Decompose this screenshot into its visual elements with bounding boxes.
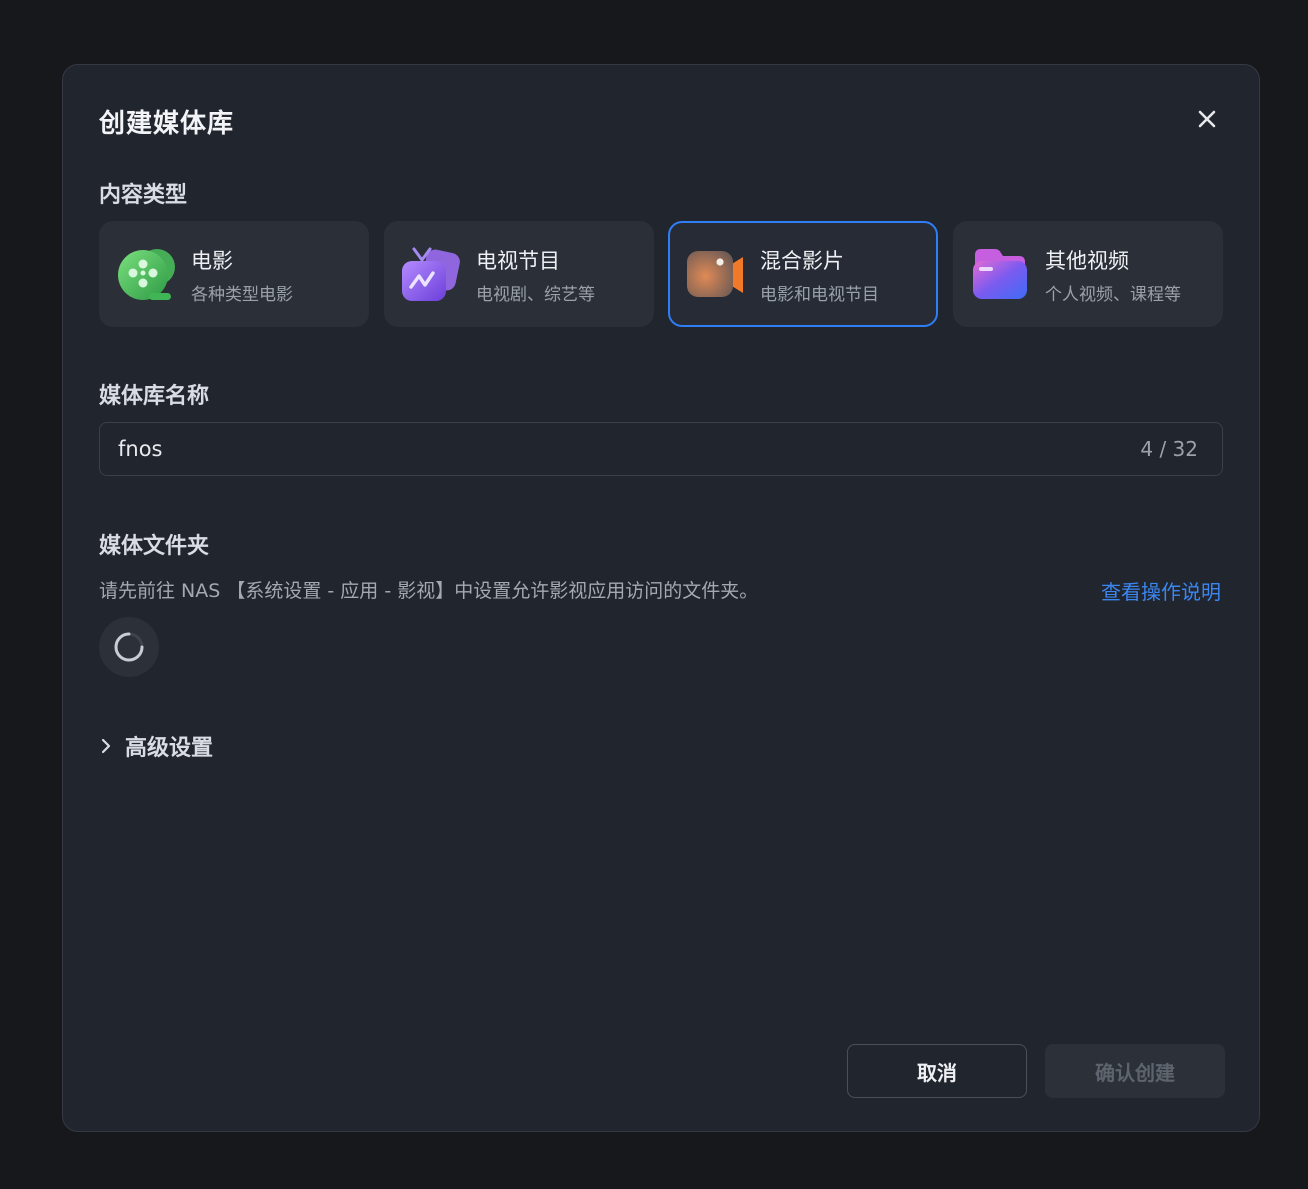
type-name: 电视节目 (476, 249, 560, 273)
library-name-label: 媒体库名称 (99, 384, 210, 409)
library-name-input[interactable] (118, 423, 1078, 475)
char-counter: 4 / 32 (1140, 437, 1198, 461)
type-name: 其他视频 (1045, 249, 1129, 273)
media-folder-hint: 请先前往 NAS 【系统设置 - 应用 - 影视】中设置允许影视应用访问的文件夹… (99, 580, 759, 602)
cancel-button[interactable]: 取消 (847, 1044, 1027, 1098)
film-reel-icon (118, 249, 175, 300)
type-option-other[interactable]: 其他视频 个人视频、课程等 (953, 221, 1223, 327)
advanced-settings-toggle[interactable]: 高级设置 (99, 729, 213, 763)
type-option-movie[interactable]: 电影 各种类型电影 (99, 221, 369, 327)
close-icon (1198, 110, 1216, 128)
advanced-settings-label: 高级设置 (125, 736, 214, 761)
dialog-title: 创建媒体库 (99, 109, 235, 139)
create-library-dialog: 创建媒体库 内容类型 电影 各种类型电影 电视节目 电视剧、综艺等 混合影片 电… (62, 64, 1260, 1132)
confirm-create-button[interactable]: 确认创建 (1045, 1044, 1225, 1098)
folder-icon (973, 249, 1027, 299)
type-name: 混合影片 (760, 249, 844, 273)
content-type-label: 内容类型 (99, 183, 188, 208)
close-button[interactable] (1189, 101, 1225, 137)
type-desc: 各种类型电影 (191, 285, 293, 305)
type-option-tv[interactable]: 电视节目 电视剧、综艺等 (384, 221, 654, 327)
loading-spinner-icon (114, 632, 144, 662)
type-name: 电影 (191, 249, 233, 273)
media-folder-label: 媒体文件夹 (99, 534, 210, 559)
video-camera-icon (687, 251, 743, 297)
chevron-right-icon (101, 738, 111, 754)
folder-loading (99, 617, 159, 677)
view-instructions-link[interactable]: 查看操作说明 (1101, 576, 1221, 605)
content-type-options: 电影 各种类型电影 电视节目 电视剧、综艺等 混合影片 电影和电视节目 其他视频… (99, 221, 1223, 327)
library-name-field[interactable]: 4 / 32 (99, 422, 1223, 476)
type-desc: 个人视频、课程等 (1045, 285, 1181, 305)
type-desc: 电影和电视节目 (760, 285, 879, 305)
type-desc: 电视剧、综艺等 (476, 285, 595, 305)
type-option-mixed[interactable]: 混合影片 电影和电视节目 (668, 221, 938, 327)
tv-icon (402, 247, 460, 301)
